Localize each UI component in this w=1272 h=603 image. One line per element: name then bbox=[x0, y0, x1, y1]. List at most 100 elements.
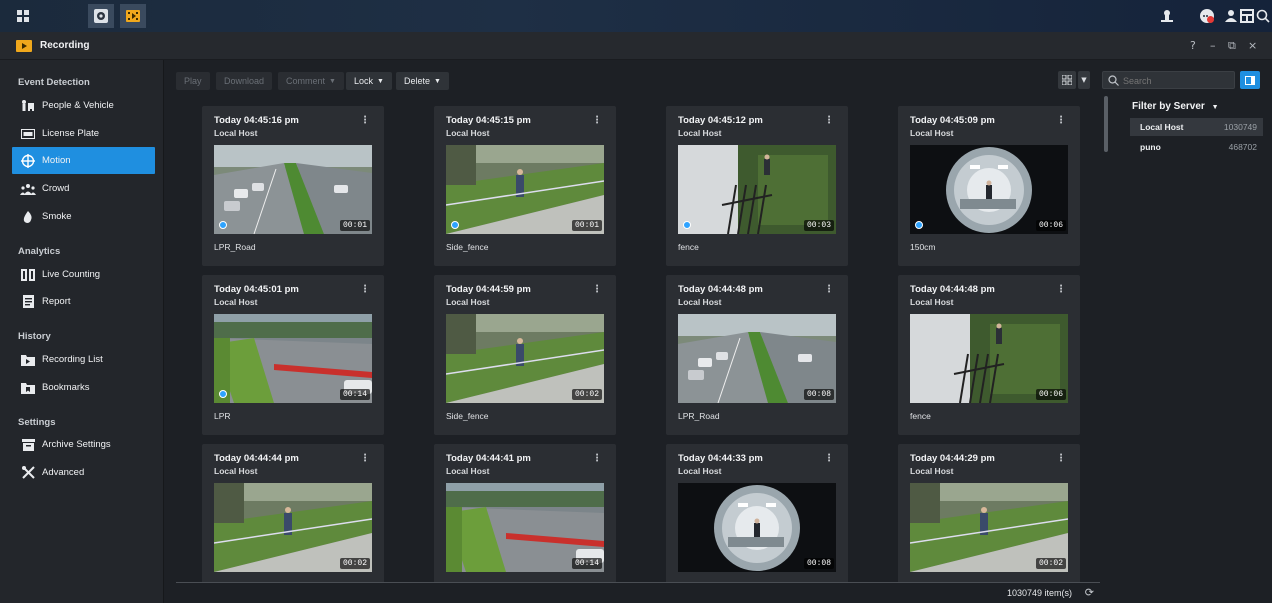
refresh-icon[interactable]: ⟳ bbox=[1085, 586, 1094, 599]
delete-button[interactable]: Delete ▼ bbox=[396, 72, 449, 90]
recording-card[interactable]: Today 04:44:29 pm Local Host ⋮ 00:02 Sid… bbox=[898, 444, 1080, 582]
recording-app-icon bbox=[126, 10, 140, 22]
recording-thumbnail[interactable]: 00:08 bbox=[678, 483, 836, 572]
sidebar: Event Detection People & Vehicle License… bbox=[0, 60, 164, 603]
recording-thumbnail[interactable]: 00:03 bbox=[678, 145, 836, 234]
toolbar: Play Download Comment ▼ Lock ▼ Delete ▼ bbox=[164, 60, 1114, 98]
sidebar-item-crowd[interactable]: Crowd bbox=[12, 175, 155, 202]
recording-thumbnail[interactable]: 00:06 bbox=[910, 314, 1068, 403]
recording-thumbnail[interactable]: 00:01 bbox=[446, 145, 604, 234]
surveillance-app-button[interactable] bbox=[88, 4, 114, 28]
comment-label: Comment bbox=[286, 76, 326, 86]
filter-by-server-dropdown[interactable]: Filter by Server ▼ bbox=[1132, 101, 1219, 112]
play-button[interactable]: Play bbox=[176, 72, 210, 90]
recording-card[interactable]: Today 04:44:48 pm Local Host ⋮ 00:06 fen… bbox=[898, 275, 1080, 435]
comment-button[interactable]: Comment ▼ bbox=[278, 72, 344, 90]
item-count: 1030749 item(s) bbox=[1006, 588, 1072, 598]
recording-thumbnail[interactable]: 00:08 bbox=[678, 314, 836, 403]
recording-time: Today 04:45:15 pm bbox=[446, 115, 531, 126]
server-item-local-host[interactable]: Local Host 1030749 bbox=[1130, 118, 1263, 136]
recording-thumbnail[interactable]: 00:14 bbox=[446, 483, 604, 572]
grid-scrollbar[interactable] bbox=[1104, 96, 1108, 152]
help-button[interactable]: ? bbox=[1190, 39, 1196, 52]
grid-view-button[interactable] bbox=[1058, 71, 1076, 89]
recording-host: Local Host bbox=[910, 297, 954, 307]
view-options-dropdown[interactable]: ▼ bbox=[1078, 71, 1090, 89]
sidebar-item-smoke[interactable]: Smoke bbox=[12, 203, 155, 230]
sidebar-item-motion[interactable]: Motion bbox=[12, 147, 155, 174]
restore-button[interactable]: ⧉ bbox=[1228, 39, 1236, 53]
unviewed-indicator-icon bbox=[219, 221, 227, 229]
more-options-icon[interactable]: ⋮ bbox=[360, 453, 370, 464]
recording-card[interactable]: Today 04:45:12 pm Local Host ⋮ 00:03 fen… bbox=[666, 106, 848, 266]
recording-thumbnail[interactable]: 00:06 bbox=[910, 145, 1068, 234]
more-options-icon[interactable]: ⋮ bbox=[824, 115, 834, 126]
more-options-icon[interactable]: ⋮ bbox=[360, 284, 370, 295]
recording-thumbnail[interactable]: 00:01 bbox=[214, 145, 372, 234]
minimize-button[interactable]: – bbox=[1210, 39, 1216, 52]
delete-label: Delete bbox=[404, 76, 431, 86]
more-options-icon[interactable]: ⋮ bbox=[592, 284, 602, 295]
recording-thumbnail[interactable]: 00:14 bbox=[214, 314, 372, 403]
more-options-icon[interactable]: ⋮ bbox=[592, 453, 602, 464]
recording-card[interactable]: Today 04:44:41 pm Local Host ⋮ 00:14 LPR bbox=[434, 444, 616, 582]
recording-host: Local Host bbox=[446, 128, 490, 138]
sidebar-item-people-vehicle[interactable]: People & Vehicle bbox=[12, 92, 155, 119]
recording-card[interactable]: Today 04:45:01 pm Local Host ⋮ 00:14 LPR bbox=[202, 275, 384, 435]
recording-card[interactable]: Today 04:44:33 pm Local Host ⋮ 00:08 150… bbox=[666, 444, 848, 582]
recording-time: Today 04:45:16 pm bbox=[214, 115, 299, 126]
recording-duration: 00:14 bbox=[571, 558, 602, 569]
more-options-icon[interactable]: ⋮ bbox=[360, 115, 370, 126]
sidebar-item-archive-settings[interactable]: Archive Settings bbox=[12, 431, 155, 458]
more-options-icon[interactable]: ⋮ bbox=[824, 453, 834, 464]
recording-duration: 00:02 bbox=[571, 389, 602, 400]
crowd-icon bbox=[20, 182, 36, 196]
notification-icon[interactable] bbox=[1198, 7, 1216, 25]
server-item-puno[interactable]: puno 468702 bbox=[1130, 138, 1263, 156]
camera-name: Side_fence bbox=[446, 411, 489, 421]
search-input[interactable] bbox=[1123, 74, 1231, 87]
server-count: 468702 bbox=[1228, 142, 1257, 152]
sidebar-item-advanced[interactable]: Advanced bbox=[12, 459, 155, 486]
task-icon[interactable] bbox=[1158, 7, 1176, 25]
recording-card[interactable]: Today 04:45:15 pm Local Host ⋮ 00:01 Sid… bbox=[434, 106, 616, 266]
download-button[interactable]: Download bbox=[216, 72, 273, 90]
people-vehicle-icon bbox=[20, 99, 36, 113]
sidebar-item-report[interactable]: Report bbox=[12, 288, 155, 315]
recording-card[interactable]: Today 04:44:48 pm Local Host ⋮ 00:08 LPR… bbox=[666, 275, 848, 435]
filter-panel-toggle[interactable] bbox=[1240, 71, 1260, 89]
sidebar-item-bookmarks[interactable]: Bookmarks bbox=[12, 374, 155, 401]
recording-thumbnail[interactable]: 00:02 bbox=[214, 483, 372, 572]
search-box[interactable] bbox=[1102, 71, 1235, 89]
more-options-icon[interactable]: ⋮ bbox=[1056, 115, 1066, 126]
recording-time: Today 04:44:48 pm bbox=[910, 284, 995, 295]
more-options-icon[interactable]: ⋮ bbox=[824, 284, 834, 295]
recording-card[interactable]: Today 04:45:16 pm Local Host ⋮ 00:01 LPR… bbox=[202, 106, 384, 266]
recording-card[interactable]: Today 04:44:44 pm Local Host ⋮ 00:02 Sid… bbox=[202, 444, 384, 582]
close-button[interactable]: × bbox=[1248, 39, 1257, 52]
lock-button[interactable]: Lock ▼ bbox=[346, 72, 392, 90]
recording-time: Today 04:44:29 pm bbox=[910, 453, 995, 464]
sidebar-item-live-counting[interactable]: Live Counting bbox=[12, 261, 155, 288]
panel-icon bbox=[1245, 75, 1255, 85]
sidebar-item-license-plate[interactable]: License Plate bbox=[12, 120, 155, 147]
report-icon bbox=[20, 295, 36, 309]
recording-thumbnail[interactable]: 00:02 bbox=[446, 314, 604, 403]
recording-duration: 00:02 bbox=[1035, 558, 1066, 569]
sidebar-item-recording-list[interactable]: Recording List bbox=[12, 346, 155, 373]
recording-card[interactable]: Today 04:44:59 pm Local Host ⋮ 00:02 Sid… bbox=[434, 275, 616, 435]
main-menu-button[interactable] bbox=[10, 4, 36, 28]
camera-name: LPR_Road bbox=[678, 411, 720, 421]
more-options-icon[interactable]: ⋮ bbox=[1056, 453, 1066, 464]
more-options-icon[interactable]: ⋮ bbox=[592, 115, 602, 126]
sidebar-item-label: Crowd bbox=[42, 183, 70, 194]
server-name: Local Host bbox=[1140, 122, 1184, 132]
recording-host: Local Host bbox=[910, 128, 954, 138]
sidebar-section-title: Event Detection bbox=[18, 77, 90, 88]
recording-app-button[interactable] bbox=[120, 4, 146, 28]
more-options-icon[interactable]: ⋮ bbox=[1056, 284, 1066, 295]
recording-thumbnail[interactable]: 00:02 bbox=[910, 483, 1068, 572]
recording-card[interactable]: Today 04:45:09 pm Local Host ⋮ 00:06 150… bbox=[898, 106, 1080, 266]
search-icon[interactable] bbox=[1254, 7, 1272, 25]
camera-name: LPR_Road bbox=[214, 242, 256, 252]
